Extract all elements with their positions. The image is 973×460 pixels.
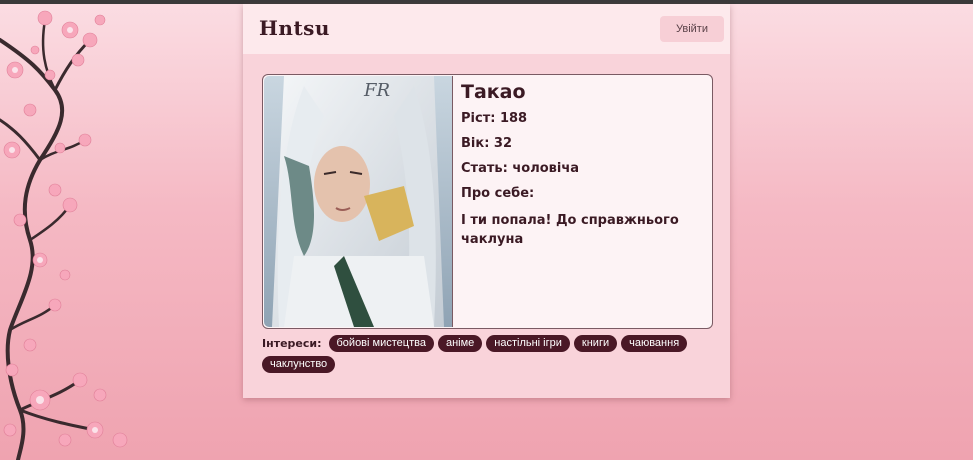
age-value: 32 bbox=[493, 136, 513, 151]
app-logo[interactable]: Hntsu bbox=[259, 16, 330, 40]
sakura-branch-decoration bbox=[0, 10, 128, 460]
gender-value: чоловіча bbox=[512, 161, 580, 176]
app-header: Hntsu Увійти bbox=[243, 4, 730, 54]
interest-tag[interactable]: бойові мистецтва bbox=[328, 335, 434, 352]
height-value: 188 bbox=[499, 111, 528, 126]
age-label: Вік: bbox=[461, 136, 490, 151]
gender-label: Стать: bbox=[461, 161, 508, 176]
height-row: Ріст: 188 bbox=[461, 111, 701, 127]
age-row: Вік: 32 bbox=[461, 136, 701, 152]
profile-photo: FR bbox=[264, 76, 453, 327]
interest-tag[interactable]: чаклунство bbox=[262, 356, 336, 373]
profile-info: Такао Ріст: 188 Вік: 32 Стать: чоловіча … bbox=[461, 81, 701, 249]
profile-details: FR Такао Ріст: 188 Вік: 32 Стать: чолові… bbox=[262, 74, 713, 329]
interest-tag[interactable]: аніме bbox=[437, 335, 483, 352]
photo-watermark: FR bbox=[363, 80, 390, 101]
profile-photo-illustration: FR bbox=[264, 76, 452, 327]
interest-tag[interactable]: чаювання bbox=[621, 335, 688, 352]
login-button[interactable]: Увійти bbox=[660, 16, 724, 42]
interest-tag[interactable]: книги bbox=[573, 335, 618, 352]
interests-section: Інтереси: бойові мистецтва аніме настіль… bbox=[262, 335, 712, 373]
about-label: Про себе: bbox=[461, 186, 535, 201]
interests-label: Інтереси: bbox=[262, 337, 322, 350]
profile-card: Hntsu Увійти FR Такао Ріст: 188 Вік: 32 … bbox=[243, 4, 730, 398]
about-text: І ти попала! До справжнього чаклуна bbox=[461, 213, 679, 247]
gender-row: Стать: чоловіча bbox=[461, 161, 701, 177]
profile-name: Такао bbox=[461, 81, 526, 103]
height-label: Ріст: bbox=[461, 111, 496, 126]
interest-tag[interactable]: настільні ігри bbox=[486, 335, 570, 352]
